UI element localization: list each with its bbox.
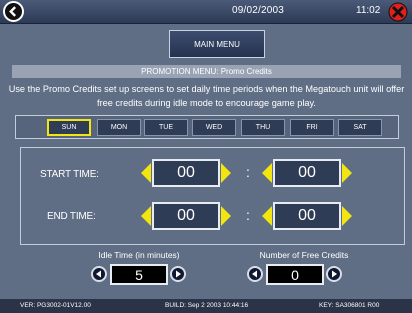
tab-wed[interactable]: WED — [192, 119, 236, 136]
end-hour-increase-arrow-icon[interactable] — [221, 206, 231, 226]
end-time-label: END TIME: — [47, 211, 96, 222]
key-info: KEY: SA306801 R00 — [319, 302, 380, 309]
end-hour-field[interactable]: 00 — [152, 202, 220, 230]
free-credits-label: Number of Free Credits — [259, 250, 349, 260]
free-credits-value: 0 — [266, 264, 324, 285]
idle-time-increase-button[interactable] — [170, 266, 186, 282]
menu-title-bar: PROMOTION MENU: Promo Credits — [12, 65, 401, 78]
time-display: 11:02 — [356, 5, 381, 16]
main-menu-button[interactable]: MAIN MENU — [169, 30, 265, 58]
instructions-text: Use the Promo Credits set up screens to … — [8, 84, 405, 108]
close-x-icon[interactable] — [388, 2, 408, 22]
tab-sat[interactable]: SAT — [338, 119, 382, 136]
end-time-colon: : — [246, 207, 250, 223]
end-minute-field[interactable]: 00 — [273, 202, 341, 230]
left-triangle-icon — [252, 270, 257, 278]
tab-fri[interactable]: FRI — [290, 119, 334, 136]
start-time-colon: : — [246, 164, 250, 180]
tab-mon[interactable]: MON — [97, 119, 141, 136]
right-triangle-icon — [176, 270, 181, 278]
right-triangle-icon — [332, 270, 337, 278]
tab-thu[interactable]: THU — [241, 119, 285, 136]
build-info: BUILD: Sep 2 2003 10:44:16 — [165, 302, 249, 309]
end-minute-increase-arrow-icon[interactable] — [342, 206, 352, 226]
start-hour-field[interactable]: 00 — [152, 159, 220, 187]
top-bar: 09/02/2003 11:02 — [0, 0, 412, 24]
time-settings-panel: START TIME: 00 : 00 END TIME: 00 : 00 — [20, 147, 405, 245]
start-minute-field[interactable]: 00 — [273, 159, 341, 187]
back-button[interactable] — [3, 1, 24, 22]
tab-tue[interactable]: TUE — [144, 119, 188, 136]
idle-time-decrease-button[interactable] — [91, 266, 107, 282]
date-display: 09/02/2003 — [232, 5, 285, 16]
promo-credits-screen: 09/02/2003 11:02 MAIN MENU PROMOTION MEN… — [0, 0, 412, 313]
day-tabs: SUN MON TUE WED THU FRI SAT — [15, 115, 399, 139]
end-minute-decrease-arrow-icon[interactable] — [262, 206, 272, 226]
tab-sun[interactable]: SUN — [47, 119, 91, 136]
left-triangle-icon — [96, 270, 101, 278]
idle-time-label: Idle Time (in minutes) — [98, 250, 180, 260]
start-minute-increase-arrow-icon[interactable] — [342, 163, 352, 183]
idle-time-value: 5 — [110, 264, 168, 285]
start-hour-decrease-arrow-icon[interactable] — [141, 163, 151, 183]
free-credits-increase-button[interactable] — [326, 266, 342, 282]
start-time-label: START TIME: — [40, 169, 99, 180]
free-credits-decrease-button[interactable] — [247, 266, 263, 282]
version-info: VER: PG3002-01V12.00 — [20, 302, 91, 309]
start-minute-decrease-arrow-icon[interactable] — [262, 163, 272, 183]
end-hour-decrease-arrow-icon[interactable] — [141, 206, 151, 226]
back-arrow-icon — [9, 6, 17, 17]
footer-bar: VER: PG3002-01V12.00 BUILD: Sep 2 2003 1… — [0, 299, 412, 313]
start-hour-increase-arrow-icon[interactable] — [221, 163, 231, 183]
